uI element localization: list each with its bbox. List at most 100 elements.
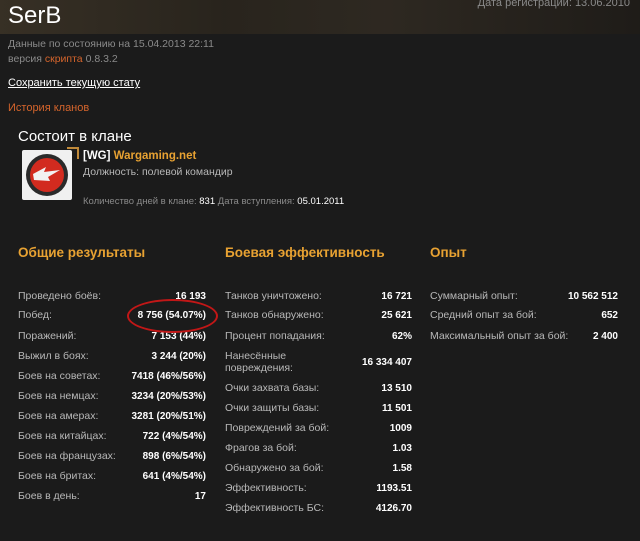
save-stats-link[interactable]: Сохранить текущую стату — [8, 77, 140, 89]
stat-label-text: Побед: — [18, 309, 52, 321]
stat-label-text: Максимальный опыт за бой: — [430, 330, 569, 342]
stat-label: Проведено боёв: — [18, 290, 101, 302]
stat-label-text: Очки защиты базы: — [225, 402, 320, 414]
stat-label: Обнаружено за бой: — [225, 462, 324, 474]
stat-label: Боев на бритах: — [18, 470, 96, 482]
stat-label-text: повреждения: — [225, 362, 293, 374]
stat-value: 16 334 407 — [361, 356, 412, 368]
stat-value: 13 510 — [381, 382, 412, 394]
data-date: Данные по состоянию на 15.04.2013 22:11 — [8, 38, 214, 50]
stat-value: 3234 (20%/53%) — [131, 390, 207, 402]
stat-row: Эффективность: 1193.51 — [225, 478, 412, 498]
stat-label-text: Поражений: — [18, 330, 77, 342]
stat-label: Повреждений за бой: — [225, 422, 329, 434]
stat-label: Процент попадания: — [225, 330, 325, 342]
stat-row: Нанесённые повреждения: 16 334 407 — [225, 348, 412, 376]
stat-label-text: Боев на немцах: — [18, 390, 99, 402]
stat-value: 7418 (46%/56%) — [131, 370, 207, 382]
username: SerB — [8, 2, 62, 29]
stat-row: Обнаружено за бой: 1.58 — [225, 458, 412, 478]
stat-label-text: Фрагов за бой: — [225, 442, 297, 454]
clan-role: Должность: полевой командир — [83, 166, 233, 178]
stat-label: Средний опыт за бой: — [430, 309, 537, 321]
stat-label-text: Средний опыт за бой: — [430, 309, 537, 321]
stat-label-text: Танков уничтожено: — [225, 290, 322, 302]
stat-label: Эффективность: — [225, 482, 307, 494]
stat-value: 11 501 — [381, 402, 412, 414]
stat-label: Боев в день: — [18, 490, 80, 502]
general-results-title: Общие результаты — [18, 245, 146, 260]
stat-label: Нанесённые повреждения: — [225, 350, 293, 374]
join-value: 05.01.2011 — [297, 196, 345, 207]
stat-label: Танков обнаружено: — [225, 309, 324, 321]
script-link[interactable]: скрипта — [45, 53, 83, 65]
clan-logo-icon[interactable] — [22, 147, 79, 200]
stat-label-text: Нанесённые — [225, 350, 287, 362]
stat-label: Очки захвата базы: — [225, 382, 319, 394]
registration-date: Дата регистрации: 13.06.2010 — [477, 0, 630, 9]
stat-row: Боев на советах: 7418 (46%/56%) — [18, 366, 206, 386]
stat-row: Повреждений за бой: 1009 — [225, 418, 412, 438]
stat-label: Фрагов за бой: — [225, 442, 297, 454]
join-label: Дата вступления: — [217, 196, 295, 207]
stat-label-text: Проведено боёв: — [18, 290, 102, 302]
stat-value: 722 (4%/54%) — [142, 430, 206, 442]
stat-label-text: Процент попадания: — [225, 330, 325, 342]
stat-label-text: Боев на французах: — [18, 450, 116, 462]
stat-row: Боев в день: 17 — [18, 486, 206, 506]
version-number: 0.8.3.2 — [85, 53, 118, 65]
stat-value: 3 244 (20%) — [151, 350, 206, 362]
clan-name: [WG] Wargaming.net — [83, 150, 196, 162]
stat-value: 1.58 — [392, 462, 412, 474]
stat-label: Боев на французах: — [18, 450, 116, 462]
version-prefix: версия — [8, 53, 42, 65]
stat-value: 25 621 — [381, 309, 412, 321]
clan-history-link[interactable]: История кланов — [8, 102, 89, 114]
stat-value: 62% — [391, 330, 412, 342]
stat-value: 4126.70 — [375, 502, 412, 514]
stat-row: Суммарный опыт: 10 562 512 — [430, 286, 618, 306]
script-version: версия скрипта 0.8.3.2 — [8, 53, 118, 65]
stat-row: Боев на французах: 898 (6%/54%) — [18, 446, 206, 466]
stat-row: Танков уничтожено: 16 721 — [225, 286, 412, 306]
days-value: 831 — [199, 196, 216, 207]
stat-label: Побед: — [18, 309, 52, 321]
stat-label: Очки защиты базы: — [225, 402, 319, 414]
stat-label-text: Боев на бритах: — [18, 470, 97, 482]
stat-label: Выжил в боях: — [18, 350, 89, 362]
stat-label-text: Боев на амерах: — [18, 410, 99, 422]
stat-row: Боев на китайцах: 722 (4%/54%) — [18, 426, 206, 446]
stat-label: Поражений: — [18, 330, 76, 342]
stat-value: 898 (6%/54%) — [142, 450, 206, 462]
stat-value: 3281 (20%/51%) — [131, 410, 207, 422]
wargaming-logo-icon — [26, 154, 68, 196]
stat-value: 16 721 — [381, 290, 412, 302]
experience-title: Опыт — [430, 245, 467, 260]
stat-label: Боев на советах: — [18, 370, 100, 382]
stat-row: Очки захвата базы: 13 510 — [225, 378, 412, 398]
stat-label-text: Суммарный опыт: — [430, 290, 518, 302]
stat-row: Процент попадания: 62% — [225, 326, 412, 346]
stat-label-text: Очки захвата базы: — [225, 382, 320, 394]
stat-label-text: Обнаружено за бой: — [225, 462, 324, 474]
stat-label-text: Боев в день: — [18, 490, 80, 502]
clan-section-title: Состоит в клане — [18, 128, 132, 145]
stat-label-text: Боев на советах: — [18, 370, 101, 382]
stat-label-text: Выжил в боях: — [18, 350, 89, 362]
stat-value: 652 — [601, 309, 618, 321]
clan-name-link[interactable]: Wargaming.net — [114, 150, 197, 162]
stat-label: Боев на китайцах: — [18, 430, 107, 442]
stat-label: Суммарный опыт: — [430, 290, 518, 302]
stat-label-text: Эффективность БС: — [225, 502, 324, 514]
stat-row: Эффективность БС: 4126.70 — [225, 498, 412, 518]
stat-label: Боев на немцах: — [18, 390, 99, 402]
clan-tag: [WG] — [83, 150, 111, 162]
stat-value: 2 400 — [592, 330, 618, 342]
stat-value: 10 562 512 — [567, 290, 618, 302]
days-label: Количество дней в клане: — [83, 196, 197, 207]
stat-row: Средний опыт за бой: 652 — [430, 305, 618, 325]
stat-value: 1193.51 — [376, 482, 412, 494]
stat-row: Боев на немцах: 3234 (20%/53%) — [18, 386, 206, 406]
stat-row: Танков обнаружено: 25 621 — [225, 305, 412, 325]
stat-value: 17 — [194, 490, 206, 502]
